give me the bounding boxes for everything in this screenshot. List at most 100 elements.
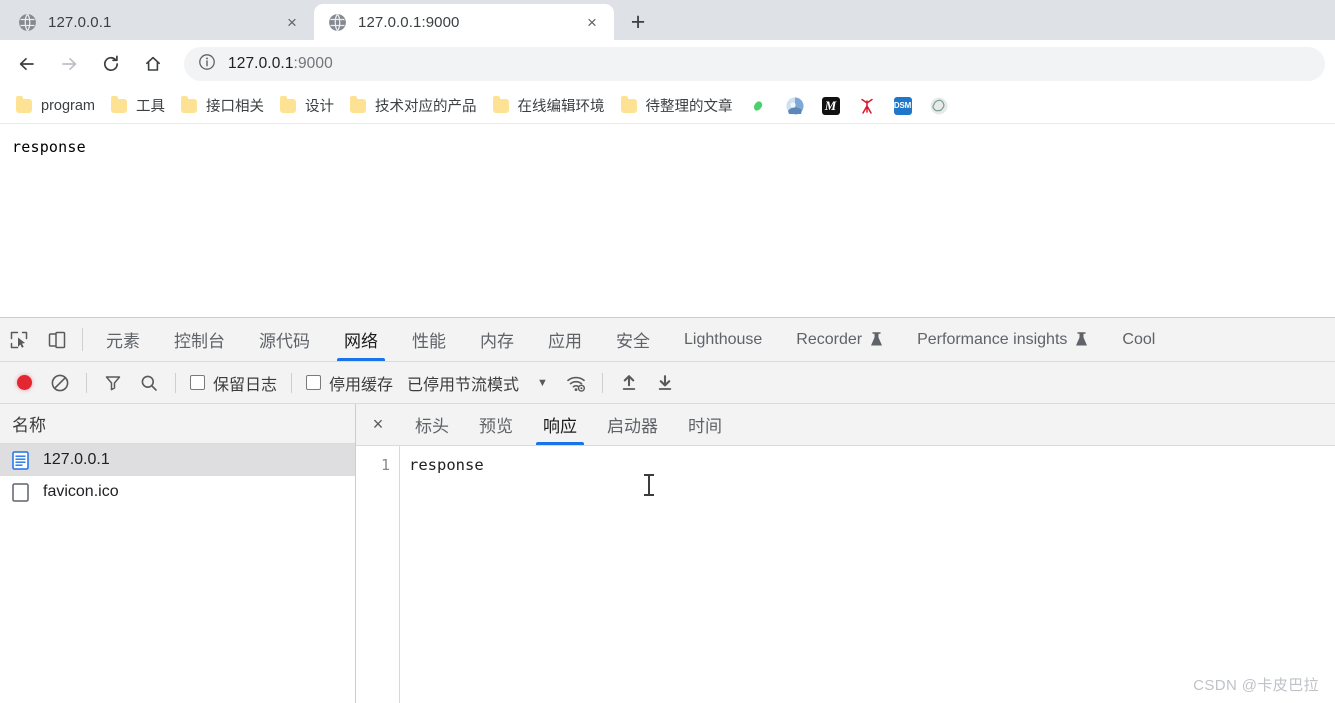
- network-body: 名称 127.0.0.1 favicon.ico × 标头 预览 响应 启动器 …: [0, 404, 1335, 703]
- bookmark-program[interactable]: program: [8, 92, 103, 120]
- tab-label: Lighthouse: [684, 330, 763, 348]
- toolbar-divider: [82, 328, 83, 351]
- disable-cache-label: 停用缓存: [329, 376, 394, 394]
- bookmark-label: program: [41, 97, 95, 114]
- request-row-1[interactable]: favicon.ico: [0, 476, 355, 508]
- request-row-0[interactable]: 127.0.0.1: [0, 444, 355, 476]
- folder-icon: [280, 95, 296, 113]
- bookmark-design[interactable]: 设计: [272, 92, 342, 120]
- tab-label: 元素: [106, 332, 140, 351]
- text-cursor-icon: [644, 474, 654, 496]
- devtools-tab-console[interactable]: 控制台: [157, 318, 242, 361]
- line-number: 1: [380, 456, 390, 474]
- detail-tab-preview[interactable]: 预览: [464, 404, 528, 445]
- clear-network-icon[interactable]: [42, 365, 78, 401]
- devtools-tab-performance-insights[interactable]: Performance insights: [900, 318, 1105, 361]
- devtools-tab-lighthouse[interactable]: Lighthouse: [667, 318, 779, 361]
- folder-icon: [181, 95, 197, 113]
- bookmark-online-editor[interactable]: 在线编辑环境: [485, 92, 613, 120]
- tab-label: Recorder: [796, 330, 863, 348]
- devtools-tab-security[interactable]: 安全: [599, 318, 667, 361]
- tab-label: 网络: [344, 332, 378, 351]
- url-host: 127.0.0.1: [228, 55, 294, 72]
- preserve-log-checkbox[interactable]: 保留日志: [184, 371, 283, 395]
- bookmark-anime-avatar[interactable]: [777, 96, 813, 115]
- devtools-tab-performance[interactable]: 性能: [395, 318, 463, 361]
- column-header-name: 名称: [12, 416, 46, 435]
- beaker-icon: [1075, 332, 1088, 347]
- request-list-header[interactable]: 名称: [0, 404, 355, 444]
- devtools-tab-recorder[interactable]: Recorder: [779, 318, 900, 361]
- red-antenna-icon: [858, 97, 876, 115]
- disable-cache-checkbox[interactable]: 停用缓存: [300, 371, 399, 395]
- bookmark-medium[interactable]: M: [813, 96, 849, 115]
- toolbar-divider: [86, 372, 87, 393]
- folder-icon: [620, 95, 637, 113]
- throttling-select[interactable]: 已停用节流模式: [399, 371, 527, 395]
- tab-close-icon[interactable]: ×: [580, 10, 604, 34]
- reload-button[interactable]: [94, 47, 128, 81]
- record-stop-icon[interactable]: [6, 365, 42, 401]
- device-toolbar-icon[interactable]: [38, 318, 76, 361]
- devtools-tab-sources[interactable]: 源代码: [242, 318, 327, 361]
- tab-label: Performance insights: [917, 330, 1068, 348]
- tab-label: 应用: [548, 332, 582, 351]
- new-tab-button[interactable]: +: [622, 6, 654, 38]
- anime-avatar-icon: [785, 96, 804, 115]
- detail-tab-timing[interactable]: 时间: [673, 404, 737, 445]
- devtools-tab-application[interactable]: 应用: [531, 318, 599, 361]
- inspect-element-icon[interactable]: [0, 318, 38, 361]
- tab-label: 性能: [412, 332, 446, 351]
- folder-icon: [16, 95, 32, 113]
- network-conditions-wifi-icon[interactable]: [558, 365, 594, 401]
- request-name: favicon.ico: [43, 483, 119, 500]
- request-detail-pane: × 标头 预览 响应 启动器 时间 1 response CSDN @卡皮巴拉: [356, 404, 1335, 703]
- dsm-icon: DSM: [893, 96, 912, 115]
- bookmark-to-read[interactable]: 待整理的文章: [613, 92, 741, 120]
- detail-tab-initiator[interactable]: 启动器: [592, 404, 673, 445]
- close-icon[interactable]: ×: [356, 404, 400, 445]
- forward-button[interactable]: [52, 47, 86, 81]
- search-magnifier-icon[interactable]: [131, 365, 167, 401]
- tab-close-icon[interactable]: ×: [280, 10, 304, 34]
- browser-window: 127.0.0.1 × 127.0.0.1:9000 × + 127.0.0.1…: [0, 0, 1335, 703]
- info-circle-icon[interactable]: [198, 53, 216, 76]
- bookmark-openai[interactable]: [921, 97, 957, 115]
- bookmark-api[interactable]: 接口相关: [173, 92, 272, 120]
- response-body-text[interactable]: response: [400, 446, 1335, 703]
- bookmark-green-blob[interactable]: [741, 97, 777, 115]
- import-har-up-arrow-icon[interactable]: [611, 365, 647, 401]
- detail-tab-headers[interactable]: 标头: [400, 404, 464, 445]
- filter-funnel-icon[interactable]: [95, 365, 131, 401]
- browser-tab-1[interactable]: 127.0.0.1:9000 ×: [314, 4, 614, 40]
- tab-label: 标头: [415, 417, 449, 436]
- checkbox-box: [306, 375, 322, 390]
- page-viewport: response: [0, 124, 1335, 317]
- browser-tab-0[interactable]: 127.0.0.1 ×: [4, 4, 314, 40]
- devtools-tab-cookies[interactable]: Cool: [1105, 318, 1172, 361]
- tab-label: 启动器: [607, 417, 658, 436]
- watermark: CSDN @卡皮巴拉: [1193, 677, 1319, 694]
- back-button[interactable]: [10, 47, 44, 81]
- address-bar[interactable]: 127.0.0.1:9000: [184, 47, 1325, 81]
- toolbar-divider: [601, 372, 603, 393]
- tab-label: 时间: [688, 417, 722, 436]
- request-list-pane: 名称 127.0.0.1 favicon.ico: [0, 404, 356, 703]
- home-button[interactable]: [136, 47, 170, 81]
- medium-m-icon: M: [821, 96, 840, 115]
- devtools-tab-memory[interactable]: 内存: [463, 318, 531, 361]
- devtools-tab-elements[interactable]: 元素: [89, 318, 157, 361]
- bookmark-tools[interactable]: 工具: [103, 92, 173, 120]
- export-har-down-arrow-icon[interactable]: [647, 365, 683, 401]
- detail-tab-response[interactable]: 响应: [528, 404, 592, 445]
- response-code-area[interactable]: 1 response CSDN @卡皮巴拉: [356, 446, 1335, 703]
- chevron-down-icon[interactable]: ▼: [527, 377, 558, 389]
- request-name: 127.0.0.1: [43, 451, 110, 468]
- bookmark-tech-products[interactable]: 技术对应的产品: [342, 92, 485, 120]
- bookmark-label: 工具: [136, 99, 165, 115]
- bookmark-dsm[interactable]: DSM: [885, 96, 921, 115]
- beaker-icon: [870, 332, 883, 347]
- page-body-text: response: [12, 138, 86, 156]
- devtools-tab-network[interactable]: 网络: [327, 318, 395, 361]
- bookmark-antenna[interactable]: [849, 97, 885, 115]
